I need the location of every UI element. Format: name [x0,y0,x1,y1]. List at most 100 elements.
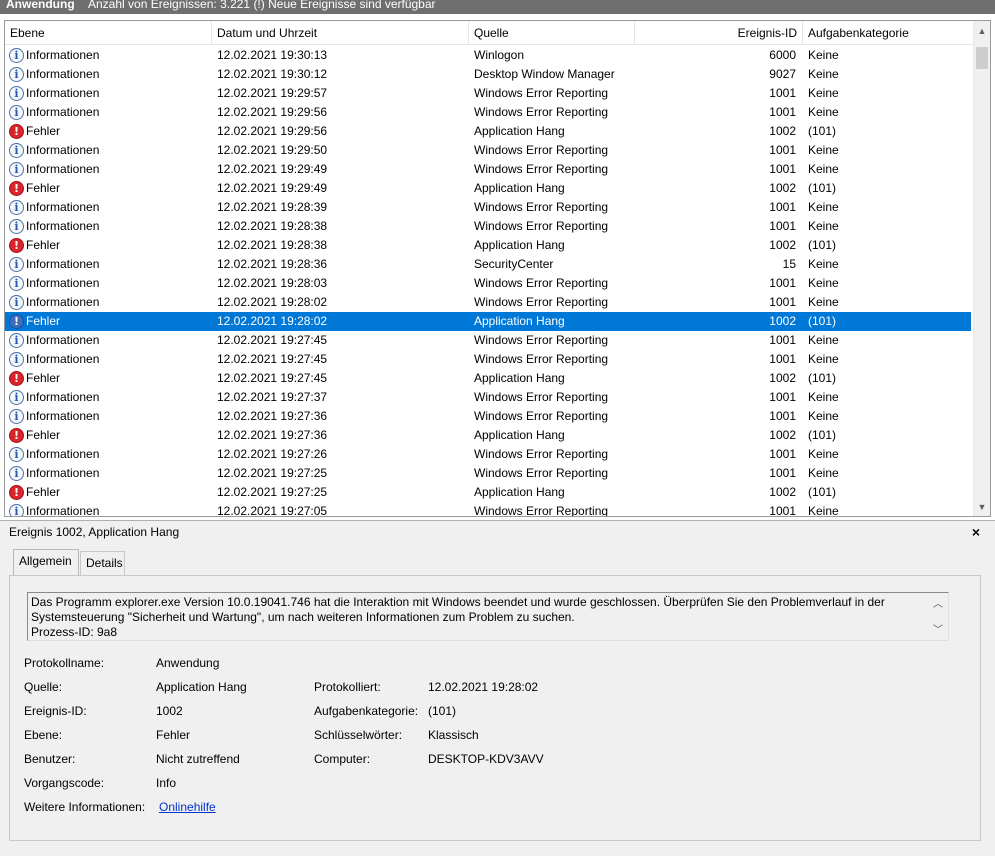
table-row[interactable]: ! Fehler 12.02.2021 19:27:36 Application Ha… [5,426,971,445]
cell-source: SecurityCenter [474,257,554,271]
table-row[interactable]: ! Fehler 12.02.2021 19:29:56 Application Ha… [5,122,971,141]
table-row[interactable]: i Informationen 12.02.2021 19:29:50 Windows… [5,141,971,160]
cell-event-id: 1002 [769,428,796,442]
cell-event-id: 15 [782,257,796,271]
table-row[interactable]: i Informationen 12.02.2021 19:29:56 Windows… [5,103,971,122]
table-row[interactable]: i Informationen 12.02.2021 19:27:36 Windows… [5,407,971,426]
info-icon: i [9,447,24,462]
info-icon: i [9,105,24,120]
value-task-category: (101) [428,704,457,718]
cell-date: 12.02.2021 19:29:49 [217,162,328,176]
error-icon: ! [9,181,24,196]
error-icon: ! [9,428,24,443]
table-row[interactable]: i Informationen 12.02.2021 19:30:13 Winlogo… [5,46,971,65]
table-row[interactable]: i Informationen 12.02.2021 19:28:02 Windows… [5,293,971,312]
table-row[interactable]: i Informationen 12.02.2021 19:27:25 Windows… [5,464,971,483]
table-row[interactable]: i Informationen 12.02.2021 19:28:38 Windows… [5,217,971,236]
info-icon: i [9,276,24,291]
table-row[interactable]: ! Fehler 12.02.2021 19:29:49 Application Ha… [5,179,971,198]
cell-source: Application Hang [474,124,565,138]
scrollbar-thumb[interactable] [976,47,988,69]
cell-level: Informationen [26,447,100,461]
column-header-source[interactable]: Quelle [469,21,635,45]
table-row[interactable]: i Informationen 12.02.2021 19:28:03 Windows… [5,274,971,293]
column-header-level[interactable]: Ebene [5,21,212,45]
cell-level: Informationen [26,390,100,404]
value-computer: DESKTOP-KDV3AVV [428,752,544,766]
cell-level: Informationen [26,48,100,62]
table-row[interactable]: i Informationen 12.02.2021 19:30:12 Desktop… [5,65,971,84]
table-row[interactable]: i Informationen 12.02.2021 19:27:45 Windows… [5,350,971,369]
cell-event-id: 1001 [769,219,796,233]
cell-date: 12.02.2021 19:28:38 [217,238,328,252]
tab-general[interactable]: Allgemein [13,549,79,575]
table-row[interactable]: i Informationen 12.02.2021 19:29:49 Windows… [5,160,971,179]
cell-event-id: 1002 [769,124,796,138]
tab-details[interactable]: Details [80,551,125,575]
cell-date: 12.02.2021 19:29:56 [217,105,328,119]
online-help-link[interactable]: Onlinehilfe [159,800,216,814]
cell-event-id: 1001 [769,276,796,290]
cell-source: Application Hang [474,181,565,195]
close-icon[interactable]: × [972,524,980,540]
cell-source: Windows Error Reporting [474,219,609,233]
table-row[interactable]: ! Fehler 12.02.2021 19:27:25 Application Ha… [5,483,971,502]
column-header-event-id[interactable]: Ereignis-ID [635,21,803,45]
info-icon: i [9,295,24,310]
cell-category: Keine [808,466,839,480]
event-log-header: Anwendung Anzahl von Ereignissen: 3.221 … [0,0,995,14]
cell-level: Informationen [26,219,100,233]
info-icon: i [9,86,24,101]
description-scrollbar[interactable]: ︿ ﹀ [930,593,948,640]
cell-source: Windows Error Reporting [474,86,609,100]
event-list[interactable]: Ebene Datum und Uhrzeit Quelle Ereignis-… [4,20,991,517]
cell-date: 12.02.2021 19:27:45 [217,333,328,347]
table-row[interactable]: ! Fehler 12.02.2021 19:28:38 Application Ha… [5,236,971,255]
event-description-box[interactable]: Das Programm explorer.exe Version 10.0.1… [27,592,949,641]
chevron-down-icon[interactable]: ﹀ [933,621,943,636]
cell-event-id: 1001 [769,447,796,461]
column-header-date[interactable]: Datum und Uhrzeit [212,21,469,45]
cell-level: Fehler [26,181,61,195]
label-computer: Computer: [314,752,371,766]
cell-source: Windows Error Reporting [474,162,609,176]
cell-date: 12.02.2021 19:29:50 [217,143,328,157]
tab-general-content: Das Programm explorer.exe Version 10.0.1… [9,575,981,841]
cell-date: 12.02.2021 19:27:26 [217,447,328,461]
cell-level: Informationen [26,409,100,423]
event-list-scrollbar[interactable]: ▲ ▼ [973,21,990,516]
cell-category: Keine [808,105,839,119]
cell-date: 12.02.2021 19:27:05 [217,504,328,517]
cell-category: Keine [808,48,839,62]
cell-category: (101) [808,428,837,442]
scroll-up-icon[interactable]: ▲ [974,23,990,40]
chevron-up-icon[interactable]: ︿ [933,595,943,610]
table-row[interactable]: ! Fehler 12.02.2021 19:27:45 Application Ha… [5,369,971,388]
table-row[interactable]: i Informationen 12.02.2021 19:27:45 Windows… [5,331,971,350]
cell-level: Informationen [26,162,100,176]
cell-category: Keine [808,86,839,100]
table-row[interactable]: ! Fehler 12.02.2021 19:28:02 Application Ha… [5,312,971,331]
table-row[interactable]: i Informationen 12.02.2021 19:29:57 Windows… [5,84,971,103]
scroll-down-icon[interactable]: ▼ [974,499,990,516]
cell-source: Windows Error Reporting [474,333,609,347]
cell-event-id: 1001 [769,352,796,366]
cell-category: Keine [808,162,839,176]
table-row[interactable]: i Informationen 12.02.2021 19:28:36 Securit… [5,255,971,274]
value-opcode: Info [156,776,177,790]
table-row[interactable]: i Informationen 12.02.2021 19:27:05 Windows… [5,502,971,517]
info-icon: i [9,390,24,405]
event-rows: i Informationen 12.02.2021 19:30:13 Winlogo… [5,46,971,517]
info-icon: i [9,143,24,158]
table-row[interactable]: i Informationen 12.02.2021 19:28:39 Windows… [5,198,971,217]
cell-level: Informationen [26,504,100,517]
cell-event-id: 9027 [769,67,796,81]
table-row[interactable]: i Informationen 12.02.2021 19:27:26 Windows… [5,445,971,464]
label-source: Quelle: [24,680,63,694]
cell-level: Fehler [26,428,61,442]
table-row[interactable]: i Informationen 12.02.2021 19:27:37 Windows… [5,388,971,407]
cell-category: Keine [808,200,839,214]
column-header-category[interactable]: Aufgabenkategorie [803,21,971,45]
cell-source: Windows Error Reporting [474,390,609,404]
cell-source: Application Hang [474,238,565,252]
